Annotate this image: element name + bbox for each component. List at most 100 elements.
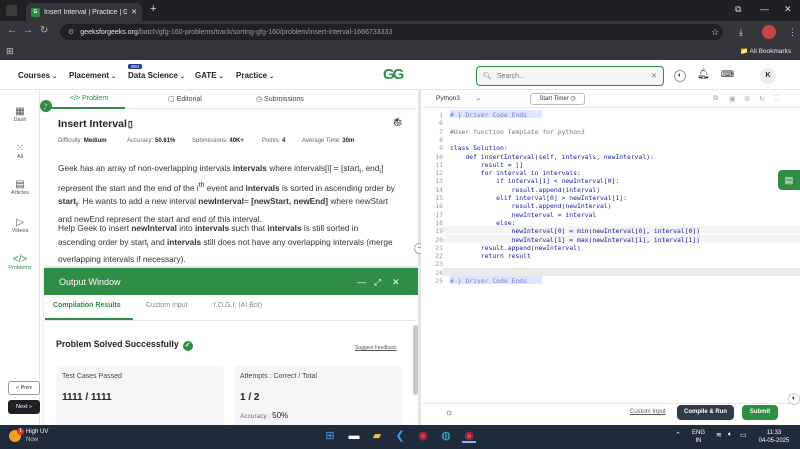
code-line: for interval in intervals:	[450, 169, 581, 178]
line-number: 7	[439, 127, 443, 136]
search-input[interactable]: Search...	[497, 73, 646, 80]
nav-courses[interactable]: Courses ⌄	[18, 71, 57, 80]
vscode-icon[interactable]: ❮	[393, 429, 407, 443]
battery-icon[interactable]: ▭	[740, 431, 747, 439]
tab-yogi-ai-bot[interactable]: Y.O.G.I. (AI Bot)	[212, 302, 262, 309]
clock[interactable]: 11:33 04-05-2025	[755, 429, 793, 445]
fullscreen-icon[interactable]: ⛶	[774, 95, 779, 103]
clear-search-icon[interactable]: ✕	[651, 72, 657, 80]
minimize-output-icon[interactable]: —	[357, 277, 366, 287]
sidebar-item-all[interactable]: ⁙ All	[6, 143, 34, 160]
tab-compilation-results[interactable]: Compilation Results	[53, 302, 121, 309]
sidebar-item-dash[interactable]: ▦ Dash	[6, 106, 34, 123]
line-number: 14	[435, 185, 443, 194]
wifi-icon[interactable]: ≋	[716, 431, 722, 439]
line-number: 18	[435, 218, 443, 227]
help-icon[interactable]: ◐	[788, 393, 800, 405]
settings-icon[interactable]: ⚙	[744, 95, 750, 103]
user-avatar[interactable]: K	[760, 68, 776, 84]
edge-icon[interactable]: ◍	[439, 429, 453, 443]
code-line: return result	[450, 252, 531, 261]
tab-editorial[interactable]: ▢ Editorial	[168, 95, 202, 103]
apps-icon[interactable]: ⊞	[6, 46, 14, 57]
all-bookmarks[interactable]: 📁 All Bookmarks	[740, 47, 791, 55]
reload-icon[interactable]: ↻	[40, 25, 48, 36]
back-icon[interactable]: ←	[7, 25, 17, 36]
code-line: # } Driver Code Ends	[450, 277, 527, 285]
forward-icon[interactable]: →	[23, 25, 33, 36]
sidebar-item-videos[interactable]: ▷ Videos	[6, 217, 34, 234]
points: Points: 4	[262, 138, 286, 144]
language-indicator[interactable]: ENG IN	[692, 429, 705, 445]
bookmark-icon[interactable]: ▯	[128, 119, 133, 129]
tray-chevron-icon[interactable]: ⌃	[675, 431, 681, 439]
active-tab-indicator	[45, 107, 125, 109]
test-cases-card: Test Cases Passed 1111 / 1111	[56, 366, 224, 432]
download-icon[interactable]: ⤓	[739, 27, 743, 38]
result-status: Problem Solved Successfully ✓	[56, 339, 193, 351]
bookmark-star-icon[interactable]: ☆	[711, 27, 719, 38]
prev-button[interactable]: « Prev	[8, 381, 40, 395]
tab-search-icon[interactable]	[6, 5, 17, 16]
chrome-active-icon[interactable]: ◉	[462, 429, 476, 443]
file-explorer-icon[interactable]: ▬	[347, 429, 361, 443]
search-icon: 🔍︎	[483, 73, 492, 80]
tab-custom-input[interactable]: Custom Input	[146, 302, 188, 309]
browser-tab[interactable]: G Insert Interval | Practice | Geeks ✕	[26, 3, 142, 21]
expand-output-icon[interactable]: ⤢	[374, 277, 381, 288]
language-select[interactable]: Python3 ⌄	[436, 94, 481, 102]
suggest-feedback-link[interactable]: Suggest Feedback	[355, 345, 397, 351]
reset-icon[interactable]: ↻	[759, 95, 765, 103]
close-window-icon[interactable]: ✕	[784, 4, 792, 15]
nav-practice[interactable]: Practice ⌄	[236, 71, 274, 80]
problem-title: Insert Interval▯	[58, 118, 133, 130]
minimize-window-icon[interactable]: —	[760, 4, 769, 14]
chrome-icon[interactable]: ◉	[416, 429, 430, 443]
profile-avatar[interactable]	[762, 25, 776, 39]
compile-run-button[interactable]: Compile & Run	[677, 405, 734, 420]
copy-icon[interactable]: ⧉	[713, 95, 718, 103]
weather-badge: 1	[17, 428, 24, 435]
minimize-icon[interactable]: ⧉	[735, 4, 741, 15]
nav-placement[interactable]: Placement ⌄	[69, 71, 116, 80]
nav-gate[interactable]: GATE ⌄	[195, 71, 224, 80]
gfg-logo[interactable]: GG	[383, 66, 404, 83]
accuracy: Accuracy: 50.61%	[127, 138, 176, 144]
code-line: elif interval[0] > newInterval[1]:	[450, 194, 627, 202]
close-tab-icon[interactable]: ✕	[131, 8, 137, 16]
start-timer-button[interactable]: Start Timer ◷	[530, 93, 585, 105]
theme-toggle-icon[interactable]: ◐	[674, 70, 686, 82]
folder-icon[interactable]: ▰	[370, 429, 384, 443]
url-field[interactable]: ⚙ geeksforgeeks.org/batch/gfg-160-proble…	[60, 24, 723, 40]
nav-data-science[interactable]: Data Science ⌄	[128, 71, 185, 80]
windows-start-icon[interactable]: ⊞	[323, 429, 337, 443]
average-time: Average Time: 30m	[302, 138, 355, 144]
search-box[interactable]: 🔍︎ Search... ✕	[476, 66, 664, 86]
line-number: 6	[439, 119, 443, 128]
success-check-icon: ✓	[182, 341, 193, 351]
notification-bell-icon[interactable]: 🔔︎	[697, 69, 710, 80]
site-info-icon[interactable]: ⚙	[68, 28, 74, 36]
close-output-icon[interactable]: ✕	[392, 277, 400, 288]
submit-button[interactable]: Submit	[742, 405, 778, 420]
output-tab-divider	[45, 320, 415, 321]
tab-submissions[interactable]: ◷ Submissions	[256, 95, 304, 103]
theme-bulb-icon[interactable]: ☼	[445, 407, 453, 417]
line-number: 12	[435, 169, 443, 178]
chat-icon[interactable]: ▤	[778, 170, 800, 190]
volume-icon[interactable]: 🔈︎	[728, 431, 732, 439]
paste-icon[interactable]: ▣	[729, 95, 736, 103]
sidebar-item-articles[interactable]: ▤ Articles	[6, 179, 34, 196]
sidebar-item-problems[interactable]: </> Problems	[6, 254, 34, 271]
code-line: def insertInterval(self, intervals, newI…	[450, 152, 654, 161]
line-number: 11	[435, 160, 443, 169]
url-domain: geeksforgeeks.org	[80, 28, 138, 36]
bug-report-icon[interactable]: 🐞︎	[392, 117, 403, 128]
next-button[interactable]: Next »	[8, 400, 40, 414]
custom-input-link[interactable]: Custom Input	[630, 409, 666, 415]
line-number: 13	[435, 177, 443, 186]
new-tab-button[interactable]: +	[150, 3, 156, 15]
tab-problem[interactable]: </> Problem	[70, 95, 108, 102]
browser-menu-icon[interactable]: ⋮	[788, 27, 797, 38]
translate-icon[interactable]: ⌨	[721, 69, 734, 80]
